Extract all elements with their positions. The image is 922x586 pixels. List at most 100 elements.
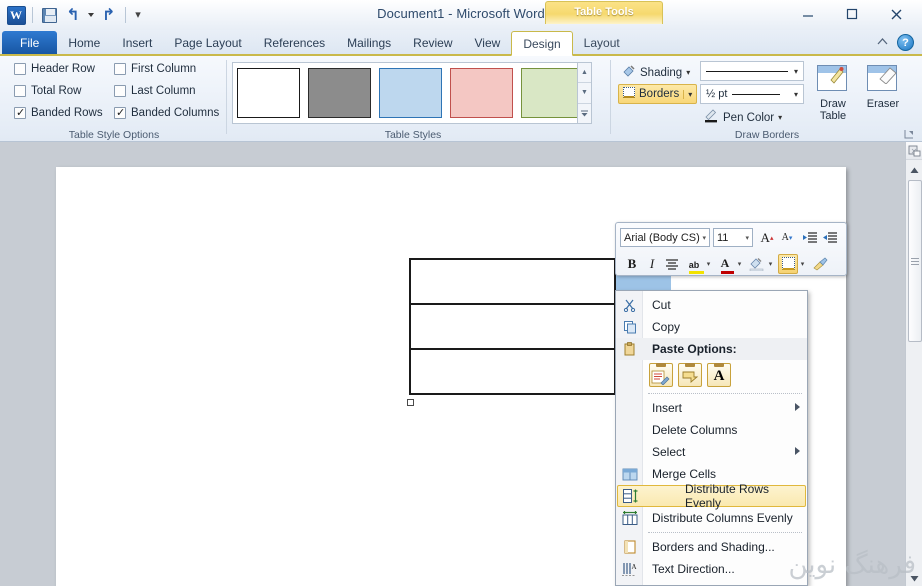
align-center-icon[interactable] bbox=[662, 254, 682, 274]
paste-options-buttons: A bbox=[616, 360, 807, 390]
line-weight-preview bbox=[727, 93, 794, 95]
checkbox-header-row[interactable]: Header Row bbox=[14, 63, 95, 75]
table-styles-gallery[interactable] bbox=[232, 62, 592, 124]
tab-view[interactable]: View bbox=[464, 31, 512, 56]
context-menu-item-copy[interactable]: Copy bbox=[616, 316, 807, 338]
pen-color-button[interactable]: Pen Color ▾ bbox=[700, 107, 786, 128]
table-style-blue[interactable] bbox=[379, 68, 442, 118]
pen-color-dropdown-icon[interactable]: ▾ bbox=[778, 113, 782, 122]
tab-home[interactable]: Home bbox=[57, 31, 111, 56]
draw-borders-dialog-launcher-icon[interactable] bbox=[904, 129, 915, 140]
tab-review[interactable]: Review bbox=[402, 31, 463, 56]
context-menu-item-copy-label: Copy bbox=[652, 320, 681, 334]
table-style-green[interactable] bbox=[521, 68, 584, 118]
scroll-up-arrow-icon[interactable] bbox=[906, 162, 922, 178]
select-browse-object-icon[interactable] bbox=[906, 142, 922, 160]
distribute-columns-icon bbox=[621, 510, 638, 526]
shading-button[interactable]: Shading ▾ bbox=[618, 62, 694, 83]
decrease-indent-icon[interactable] bbox=[820, 228, 840, 248]
maximize-button[interactable] bbox=[830, 2, 874, 26]
font-size-combo[interactable]: 11 ▾ bbox=[713, 228, 753, 247]
tab-mailings[interactable]: Mailings bbox=[336, 31, 402, 56]
grow-font-icon[interactable]: A ▴ bbox=[757, 228, 777, 248]
paste-keep-text-only-icon[interactable]: A bbox=[707, 363, 731, 387]
tab-file[interactable]: File bbox=[2, 31, 58, 56]
table-style-red[interactable] bbox=[450, 68, 513, 118]
font-size-value: 11 bbox=[717, 231, 729, 244]
window-title: Document1 - Microsoft Word bbox=[377, 6, 545, 21]
checkbox-last-column[interactable]: Last Column bbox=[114, 85, 196, 97]
context-menu-item-text-direction[interactable]: A Text Direction... bbox=[616, 558, 807, 580]
font-name-combo[interactable]: Arial (Body CS) ▾ bbox=[620, 228, 710, 247]
tab-design[interactable]: Design bbox=[511, 31, 573, 56]
distribute-rows-icon bbox=[622, 488, 639, 504]
text-highlight-icon[interactable]: ab bbox=[684, 254, 704, 274]
draw-table-button[interactable]: Draw Table bbox=[810, 65, 856, 122]
mini-borders-dropdown-icon[interactable]: ▾ bbox=[798, 254, 807, 274]
close-button[interactable] bbox=[874, 2, 918, 26]
context-menu-item-merge-cells-label: Merge Cells bbox=[652, 467, 717, 481]
mini-borders-icon[interactable] bbox=[778, 253, 798, 274]
checkbox-total-row[interactable]: Total Row bbox=[14, 85, 82, 97]
insert-submenu-arrow-icon bbox=[795, 403, 800, 411]
checkbox-first-column[interactable]: First Column bbox=[114, 63, 196, 75]
gallery-scroll-up-icon[interactable]: ▲ bbox=[578, 63, 591, 84]
line-weight-dropdown-icon[interactable]: ▾ bbox=[794, 90, 798, 99]
tab-layout[interactable]: Layout bbox=[573, 31, 631, 56]
borders-button[interactable]: Borders ▾ bbox=[618, 84, 698, 104]
borders-dropdown-icon[interactable]: ▾ bbox=[683, 89, 692, 99]
gallery-scroll-down-icon[interactable]: ▼ bbox=[578, 83, 591, 104]
context-menu-item-cell-alignment[interactable]: Cell Alignment bbox=[616, 580, 807, 586]
format-painter-icon[interactable] bbox=[810, 254, 830, 274]
context-menu-item-cut[interactable]: Cut bbox=[616, 294, 807, 316]
table-row[interactable] bbox=[409, 258, 616, 305]
collapse-ribbon-icon[interactable] bbox=[876, 36, 889, 50]
context-menu-item-select[interactable]: Select bbox=[616, 441, 807, 463]
context-menu-item-text-direction-label: Text Direction... bbox=[652, 562, 735, 576]
context-menu-item-insert[interactable]: Insert bbox=[616, 397, 807, 419]
font-size-dropdown-icon[interactable]: ▾ bbox=[745, 234, 749, 242]
paste-keep-source-formatting-icon[interactable] bbox=[649, 363, 673, 387]
increase-indent-icon[interactable] bbox=[800, 228, 820, 248]
vertical-scrollbar[interactable] bbox=[905, 142, 922, 586]
checkbox-banded-rows[interactable]: Banded Rows bbox=[14, 106, 103, 119]
context-menu-item-distribute-columns-evenly[interactable]: Distribute Columns Evenly bbox=[616, 507, 807, 529]
context-menu-item-delete-columns[interactable]: Delete Columns bbox=[616, 419, 807, 441]
context-menu-item-cut-label: Cut bbox=[652, 298, 671, 312]
font-color-icon[interactable]: A bbox=[715, 254, 735, 274]
line-style-combo[interactable]: ▾ bbox=[700, 61, 804, 81]
font-name-dropdown-icon[interactable]: ▾ bbox=[702, 234, 706, 242]
table-style-plain[interactable] bbox=[237, 68, 300, 118]
svg-text:A: A bbox=[632, 563, 637, 571]
minimize-button[interactable] bbox=[786, 2, 830, 26]
gallery-more-icon[interactable] bbox=[578, 104, 591, 123]
line-weight-combo[interactable]: ½ pt ▾ bbox=[700, 84, 804, 104]
shading-dropdown-icon[interactable]: ▾ bbox=[686, 68, 690, 77]
table-row[interactable] bbox=[409, 348, 616, 395]
tab-page-layout[interactable]: Page Layout bbox=[163, 31, 252, 56]
table-row[interactable] bbox=[409, 303, 616, 350]
cell-shading-dropdown-icon[interactable]: ▾ bbox=[766, 254, 775, 274]
context-menu-item-borders-and-shading[interactable]: Borders and Shading... bbox=[616, 536, 807, 558]
font-color-dropdown-icon[interactable]: ▾ bbox=[735, 254, 744, 274]
tab-references[interactable]: References bbox=[253, 31, 336, 56]
help-icon[interactable]: ? bbox=[897, 34, 914, 51]
shrink-font-icon[interactable]: A ▾ bbox=[777, 228, 797, 248]
context-menu-item-distribute-rows-evenly[interactable]: Distribute Rows Evenly bbox=[617, 482, 806, 510]
table-styles-scroll-buttons: ▲ ▼ bbox=[577, 62, 592, 124]
text-highlight-dropdown-icon[interactable]: ▾ bbox=[704, 254, 713, 274]
table-style-dark[interactable] bbox=[308, 68, 371, 118]
shading-label: Shading bbox=[640, 66, 683, 79]
scrollbar-thumb[interactable] bbox=[908, 180, 922, 342]
mini-toolbar-row-1: Arial (Body CS) ▾ 11 ▾ A ▴ A ▾ bbox=[616, 225, 848, 250]
italic-icon[interactable]: I bbox=[642, 254, 662, 274]
tab-insert[interactable]: Insert bbox=[111, 31, 163, 56]
scroll-down-arrow-icon[interactable] bbox=[906, 570, 922, 586]
eraser-button[interactable]: Eraser bbox=[860, 65, 906, 110]
line-style-dropdown-icon[interactable]: ▾ bbox=[794, 67, 798, 76]
table-resize-handle[interactable] bbox=[407, 399, 414, 406]
cell-shading-icon[interactable] bbox=[746, 254, 766, 274]
paste-merge-formatting-icon[interactable] bbox=[678, 363, 702, 387]
checkbox-banded-columns[interactable]: Banded Columns bbox=[114, 106, 219, 119]
bold-icon[interactable]: B bbox=[622, 254, 642, 274]
